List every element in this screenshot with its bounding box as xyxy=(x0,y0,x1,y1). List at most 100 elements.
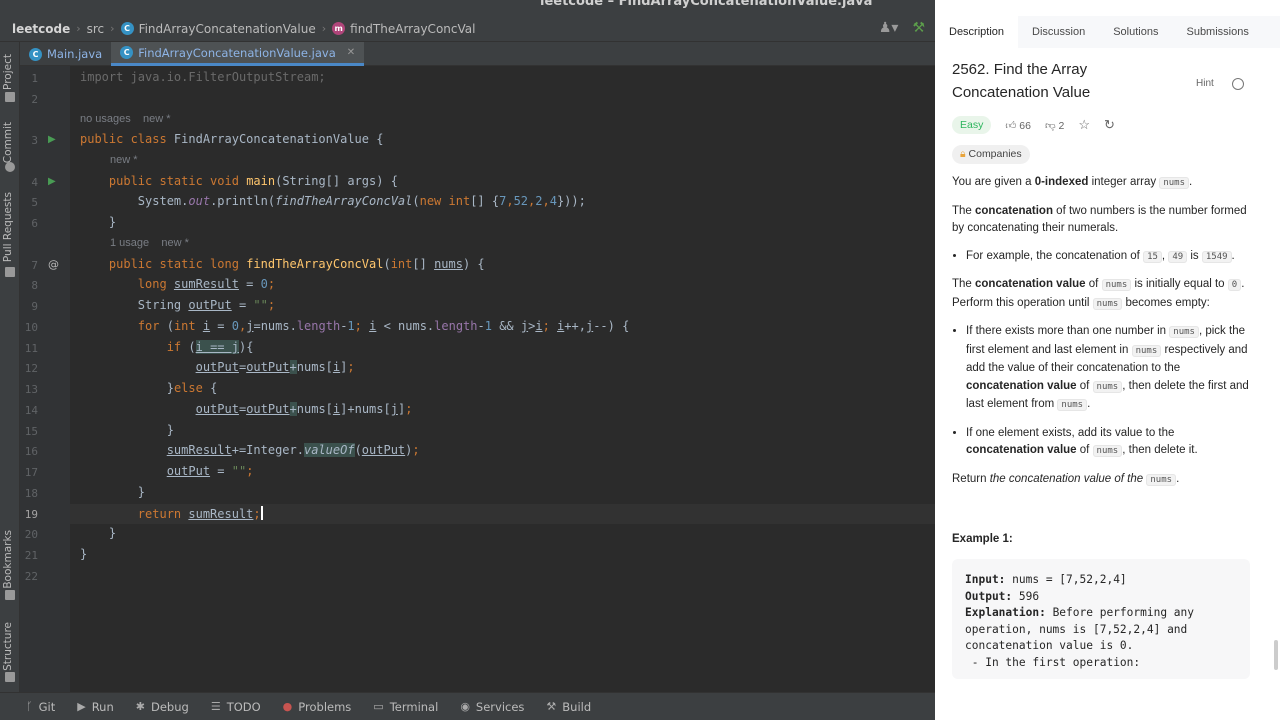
code-token: ){ xyxy=(238,340,254,354)
todo-button[interactable]: ☰ TODO xyxy=(211,700,261,714)
run-label: Run xyxy=(91,699,114,714)
code-token: ; xyxy=(405,402,413,416)
close-icon[interactable]: ✕ xyxy=(347,47,355,58)
tool-window-commit[interactable]: Commit xyxy=(2,122,14,163)
share-icon[interactable]: ↻ xyxy=(1104,117,1115,133)
code-token: if xyxy=(166,340,189,354)
like-button[interactable]: 👍︎ 66 xyxy=(1005,119,1031,132)
tool-window-structure[interactable]: Structure xyxy=(2,622,14,671)
folder-icon[interactable] xyxy=(5,92,15,102)
code-token: "" xyxy=(231,464,247,478)
text: . xyxy=(1231,249,1235,262)
tab-main-java[interactable]: C Main.java xyxy=(20,42,111,66)
code-line-19: return sumResult; xyxy=(80,506,263,521)
code-token: j xyxy=(390,402,398,416)
class-icon: C xyxy=(120,22,134,35)
navigation-bar: leetcode › src › C FindArrayConcatenation… xyxy=(0,16,935,42)
git-button[interactable]: ᚴ Git xyxy=(26,700,55,714)
breadcrumb-project[interactable]: leetcode xyxy=(10,22,72,36)
tool-window-bookmarks[interactable]: Bookmarks xyxy=(2,530,14,589)
tab-label: Main.java xyxy=(47,47,103,61)
code-token: nums[ xyxy=(296,360,333,374)
text: If one element exists, add its value to … xyxy=(966,426,1175,439)
error-icon: ● xyxy=(282,700,293,713)
usage-hint[interactable]: no usages new * xyxy=(80,113,171,125)
code-token: - xyxy=(477,319,485,333)
tab-submissions[interactable]: Submissions xyxy=(1172,16,1262,48)
problems-label: Problems xyxy=(298,699,352,714)
code-token: for xyxy=(137,319,167,333)
code-token: ; xyxy=(412,443,420,457)
code-line-15: } xyxy=(80,423,174,437)
debug-button[interactable]: ✱ Debug xyxy=(136,700,189,714)
code-token: ( xyxy=(412,194,420,208)
ide-window: leetcode – FindArrayConcatenationValue.j… xyxy=(0,0,935,720)
hint-text: new * xyxy=(110,154,138,166)
tab-description[interactable]: Description xyxy=(935,16,1019,48)
tool-window-pull-requests[interactable]: Pull Requests xyxy=(2,192,14,262)
text: concatenation value xyxy=(966,379,1077,392)
star-icon[interactable]: ☆ xyxy=(1078,117,1090,133)
line-number: 13 xyxy=(24,383,38,396)
code-token: ) { xyxy=(462,257,485,271)
tab-discussion[interactable]: Discussion xyxy=(1018,16,1099,48)
example-label: Output: xyxy=(965,589,1013,603)
terminal-icon: ▭ xyxy=(373,700,384,713)
usage-hint[interactable]: new * xyxy=(110,154,138,166)
code-token: 52 xyxy=(513,194,529,208)
run-icon[interactable]: ▶ xyxy=(48,176,56,187)
code-editor[interactable]: 1 2 3 4 5 6 7 8 9 10 11 12 13 14 15 16 1… xyxy=(20,66,935,692)
run-icon[interactable]: ▶ xyxy=(48,134,56,145)
clock-icon[interactable] xyxy=(1232,78,1244,90)
hint-text: new * xyxy=(161,237,189,249)
tab-label: FindArrayConcatenationValue.java xyxy=(138,45,336,60)
usage-hint[interactable]: 1 usage new * xyxy=(110,237,189,249)
code-token: System. xyxy=(137,194,189,208)
structure-icon[interactable] xyxy=(5,672,15,682)
list-item: For example, the concatenation of 15, 49… xyxy=(966,248,1250,267)
problems-button[interactable]: ● Problems xyxy=(283,700,352,714)
dislike-button[interactable]: 👎︎ 2 xyxy=(1045,119,1064,132)
line-number: 16 xyxy=(24,445,38,458)
scrollbar[interactable] xyxy=(1274,640,1278,670)
code-token: outPut xyxy=(166,464,211,478)
description-paragraph: You are given a 0-indexed integer array … xyxy=(952,174,1250,193)
breadcrumb-folder[interactable]: src xyxy=(85,22,107,36)
description-paragraph: The concatenation value of nums is initi… xyxy=(952,276,1250,313)
tab-find-array-concatenation-value[interactable]: C FindArrayConcatenationValue.java ✕ xyxy=(111,42,365,66)
pull-request-icon[interactable] xyxy=(5,267,15,277)
inline-code: nums xyxy=(1057,399,1088,411)
line-number: 18 xyxy=(24,487,38,500)
run-button[interactable]: ▶ Run xyxy=(77,700,114,714)
line-number: 8 xyxy=(31,279,38,292)
bookmark-icon[interactable] xyxy=(5,590,15,600)
code-line-21: } xyxy=(80,547,87,561)
hint-button[interactable]: Hint xyxy=(1196,78,1214,89)
tab-solutions[interactable]: Solutions xyxy=(1099,16,1172,48)
terminal-button[interactable]: ▭ Terminal xyxy=(373,700,438,714)
code-line-16: sumResult+=Integer.valueOf(outPut); xyxy=(80,443,420,457)
code-token: valueOf xyxy=(303,443,355,457)
code-token: })); xyxy=(556,194,586,208)
code-token: , xyxy=(506,194,514,208)
hammer-icon[interactable]: ⚒ xyxy=(912,20,925,36)
companies-button[interactable]: 🔒︎ Companies xyxy=(952,145,1030,164)
text: You are given a xyxy=(952,176,1035,188)
override-icon[interactable]: @ xyxy=(48,258,59,271)
code-token: i xyxy=(202,319,211,333)
code-line-11: if (i == j){ xyxy=(80,340,253,354)
breadcrumb-class[interactable]: C FindArrayConcatenationValue xyxy=(119,22,318,36)
user-icon[interactable]: ♟▾ xyxy=(879,20,899,36)
code-token: 0 xyxy=(231,319,239,333)
code-token: public static long xyxy=(108,257,247,271)
text: The xyxy=(952,278,976,290)
services-button[interactable]: ◉ Services xyxy=(460,700,524,714)
breadcrumb-method[interactable]: m findTheArrayConcVal xyxy=(330,22,477,36)
commit-icon[interactable] xyxy=(5,162,15,172)
tool-window-project[interactable]: Project xyxy=(2,54,14,90)
code-token: length xyxy=(296,319,341,333)
inline-code: nums xyxy=(1101,279,1132,291)
build-button[interactable]: ⚒ Build xyxy=(546,700,591,714)
code-token: 1 xyxy=(347,319,355,333)
title-bar: leetcode – FindArrayConcatenationValue.j… xyxy=(0,0,935,16)
